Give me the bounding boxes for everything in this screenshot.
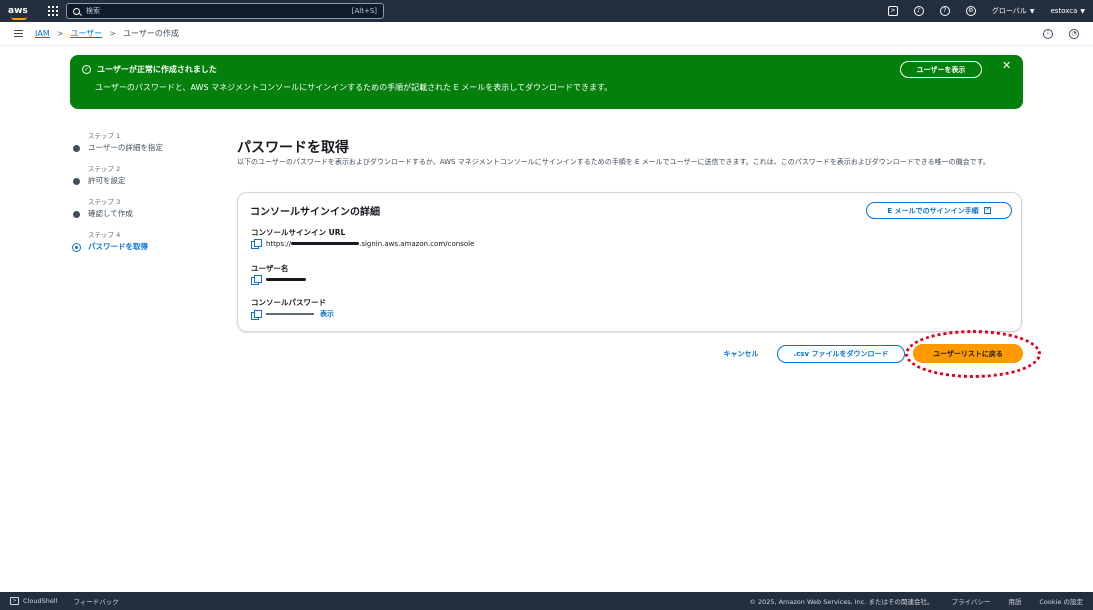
step-label: パスワードを取得 xyxy=(88,242,148,251)
step-number: ステップ 2 xyxy=(88,165,121,173)
copy-icon[interactable] xyxy=(251,275,262,285)
console-signin-details-card: コンソールサインインの詳細 E メールでのサインイン手順 ↗ コンソールサインイ… xyxy=(237,192,1022,332)
email-button-label: E メールでのサインイン手順 xyxy=(887,206,979,215)
flash-header: ✓ ユーザーが正常に作成されました xyxy=(82,64,217,75)
breadcrumb-current: ユーザーの作成 xyxy=(122,29,179,38)
chevron-right-icon: > xyxy=(109,29,116,38)
success-flash-banner: ✓ ユーザーが正常に作成されました ユーザーのパスワードと、AWS マネジメント… xyxy=(70,55,1023,109)
close-icon[interactable]: ✕ xyxy=(1002,59,1011,72)
feedback-link[interactable]: フィードバック xyxy=(73,596,118,606)
info-icon[interactable]: i xyxy=(1043,28,1053,39)
step-number: ステップ 4 xyxy=(88,231,121,239)
download-csv-button[interactable]: .csv ファイルをダウンロード xyxy=(777,345,905,363)
bell-icon[interactable]: ♪ xyxy=(913,6,924,16)
wizard-steps: ステップ 1 ユーザーの詳細を指定 ステップ 2 許可を設定 ステップ 3 確認… xyxy=(72,130,212,262)
step-dot-icon xyxy=(73,211,80,218)
search-shortcut: [Alt+S] xyxy=(351,7,377,15)
flash-title: ユーザーが正常に作成されました xyxy=(97,65,217,74)
history-icon[interactable]: ◔ xyxy=(1069,28,1079,39)
breadcrumb-users[interactable]: ユーザー xyxy=(70,28,102,39)
step-label: 許可を設定 xyxy=(88,176,126,185)
username-row xyxy=(251,275,306,285)
terms-link[interactable]: 用語 xyxy=(1008,596,1021,606)
view-user-button[interactable]: ユーザーを表示 xyxy=(900,61,982,78)
username-label: ユーザー名 xyxy=(251,264,289,273)
breadcrumb-iam[interactable]: IAM xyxy=(35,29,50,38)
copy-icon[interactable] xyxy=(251,309,262,320)
show-password-link[interactable]: 表示 xyxy=(320,309,334,319)
console-url-suffix: .signin.aws.amazon.com/console xyxy=(359,239,475,248)
menu-icon[interactable] xyxy=(14,30,23,37)
chevron-down-icon: ▼ xyxy=(1080,7,1085,15)
cloudshell-icon[interactable]: > xyxy=(887,6,898,16)
nav-right: > ♪ ? ⚙ グローバル ▼ estoxca ▼ xyxy=(887,6,1085,16)
cloudshell-link[interactable]: > CloudShell xyxy=(10,597,57,605)
step-2[interactable]: ステップ 2 許可を設定 xyxy=(72,163,212,196)
step-label: ユーザーの詳細を指定 xyxy=(88,143,163,152)
step-label: 確認して作成 xyxy=(88,209,133,218)
help-icon[interactable]: ? xyxy=(939,6,950,16)
copy-icon[interactable] xyxy=(251,239,262,249)
footer-right: © 2025, Amazon Web Services, Inc. またはその関… xyxy=(749,596,1083,606)
page-title: パスワードを取得 xyxy=(237,140,349,156)
step-active-dot-icon xyxy=(72,243,81,252)
check-circle-icon: ✓ xyxy=(82,65,91,74)
step-number: ステップ 3 xyxy=(88,198,121,206)
privacy-link[interactable]: プライバシー xyxy=(951,596,990,606)
services-grid-icon[interactable] xyxy=(48,6,58,16)
page-description: 以下のユーザーのパスワードを表示およびダウンロードするか、AWS マネジメントコ… xyxy=(237,158,990,166)
aws-smile-icon xyxy=(11,17,27,20)
masked-password xyxy=(266,313,314,315)
search-icon xyxy=(73,7,80,15)
redacted-account-id xyxy=(291,242,360,245)
card-title: コンソールサインインの詳細 xyxy=(250,207,380,218)
chevron-down-icon: ▼ xyxy=(1029,7,1035,15)
cloudshell-icon: > xyxy=(10,597,19,605)
flash-message: ユーザーのパスワードと、AWS マネジメントコンソールにサインインするための手順… xyxy=(95,83,613,92)
step-dot-icon xyxy=(73,145,80,152)
cancel-button[interactable]: キャンセル xyxy=(716,347,766,361)
step-1[interactable]: ステップ 1 ユーザーの詳細を指定 xyxy=(72,130,212,163)
chevron-right-icon: > xyxy=(56,29,64,38)
copyright-text: © 2025, Amazon Web Services, Inc. またはその関… xyxy=(749,598,934,606)
step-3[interactable]: ステップ 3 確認して作成 xyxy=(72,196,212,229)
redacted-username xyxy=(266,278,306,281)
step-4: ステップ 4 パスワードを取得 xyxy=(72,229,212,262)
search-placeholder: 検索 xyxy=(86,7,100,15)
breadcrumb-tools: i ◔ xyxy=(1043,28,1079,39)
aws-logo[interactable]: aws xyxy=(8,5,38,20)
external-link-icon: ↗ xyxy=(983,207,991,214)
red-dotted-highlight xyxy=(905,330,1041,378)
footer: > CloudShell フィードバック © 2025, Amazon Web … xyxy=(0,592,1093,610)
email-signin-instructions-button[interactable]: E メールでのサインイン手順 ↗ xyxy=(866,202,1012,219)
console-url-row: https:// .signin.aws.amazon.com/console xyxy=(251,239,475,249)
region-selector[interactable]: グローバル ▼ xyxy=(992,6,1035,16)
console-url-prefix: https:// xyxy=(266,239,292,248)
aws-logo-text: aws xyxy=(8,5,28,16)
console-password-label: コンソールパスワード xyxy=(251,298,326,307)
gear-icon[interactable]: ⚙ xyxy=(965,6,976,16)
top-navigation: aws 検索 [Alt+S] > ♪ ? ⚙ グローバル ▼ estoxca ▼ xyxy=(0,0,1093,22)
account-label: estoxca xyxy=(1050,7,1078,15)
cloudshell-label: CloudShell xyxy=(23,597,58,605)
account-menu[interactable]: estoxca ▼ xyxy=(1050,7,1085,15)
search-input[interactable]: 検索 [Alt+S] xyxy=(66,3,384,19)
console-url-label: コンソールサインイン URL xyxy=(251,228,346,237)
region-label: グローバル xyxy=(991,7,1027,15)
cookie-settings-link[interactable]: Cookie の設定 xyxy=(1039,596,1083,606)
password-row: 表示 xyxy=(251,309,334,320)
step-dot-icon xyxy=(73,178,80,185)
step-number: ステップ 1 xyxy=(88,132,121,140)
breadcrumb: IAM > ユーザー > ユーザーの作成 i ◔ xyxy=(0,22,1093,46)
